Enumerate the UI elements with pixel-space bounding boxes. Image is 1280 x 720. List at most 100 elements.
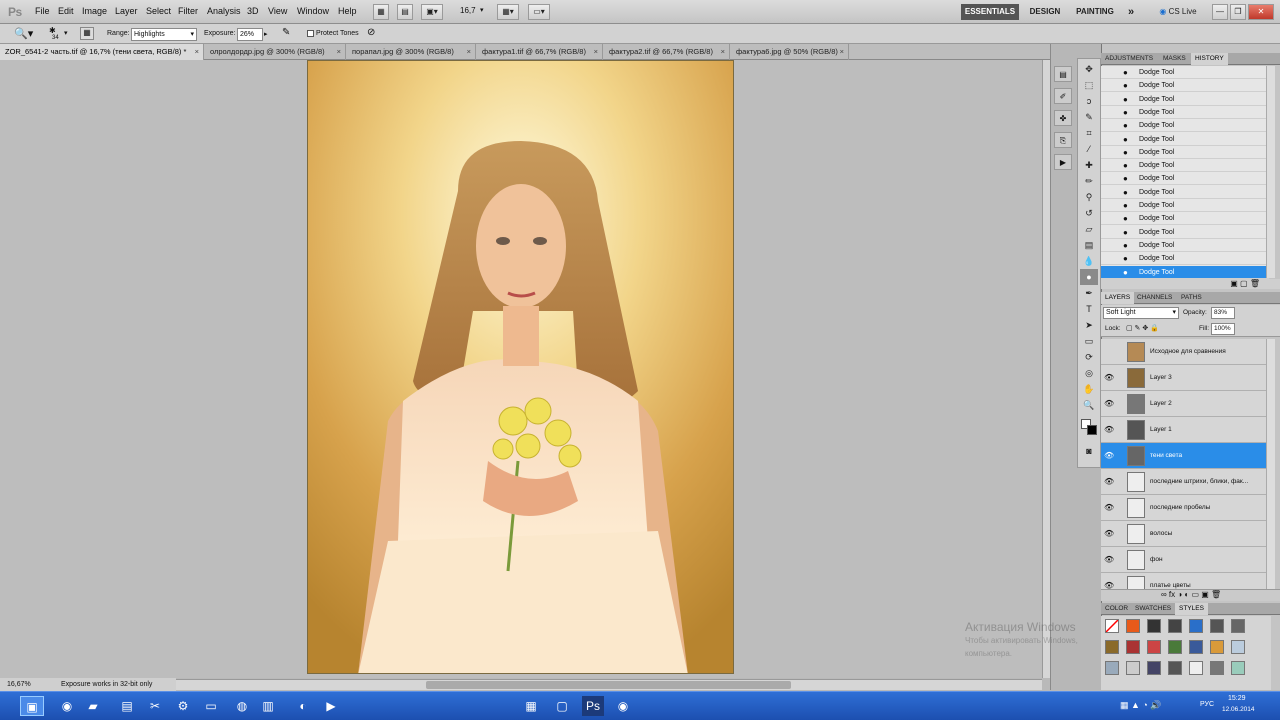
workspace-design[interactable]: DESIGN bbox=[1027, 4, 1063, 20]
close-icon[interactable]: × bbox=[195, 44, 199, 59]
history-item[interactable]: ● Dodge Tool bbox=[1101, 212, 1269, 226]
protect-tones-checkbox[interactable] bbox=[307, 30, 314, 37]
tab-masks[interactable]: MASKS bbox=[1159, 53, 1190, 65]
menu-filter[interactable]: Filter bbox=[178, 6, 198, 16]
tab-porapal[interactable]: порапал.jpg @ 300% (RGB/8) × bbox=[347, 44, 476, 60]
history-item[interactable]: ● Dodge Tool bbox=[1101, 199, 1269, 212]
monitor-icon[interactable]: ▭ bbox=[200, 696, 222, 716]
history-panel-icon[interactable]: ▤ bbox=[1054, 66, 1072, 82]
layer-row[interactable]: 👁 тени света bbox=[1101, 443, 1266, 469]
zoom-dropdown-icon[interactable]: ▾ bbox=[480, 6, 484, 14]
pressure-icon[interactable]: ⊘ bbox=[367, 27, 375, 38]
visibility-eye-icon[interactable]: 👁 bbox=[1104, 503, 1114, 512]
exposure-slider-icon[interactable]: ▸ bbox=[264, 30, 268, 38]
dodge-tool-preset-icon[interactable]: 🔍▾ bbox=[14, 27, 33, 40]
window-icon[interactable]: ▢ bbox=[551, 696, 573, 716]
actions-icon[interactable]: ▶ bbox=[1054, 154, 1072, 170]
tab-faktura6[interactable]: фактура6.jpg @ 50% (RGB/8) × bbox=[731, 44, 849, 60]
range-select[interactable]: Highlights ▾ bbox=[131, 28, 197, 41]
maximize-button[interactable]: ❐ bbox=[1230, 4, 1246, 20]
layer-row[interactable]: Исходное для сравнения bbox=[1101, 339, 1266, 365]
visibility-eye-icon[interactable]: 👁 bbox=[1104, 399, 1114, 408]
new-document-icon[interactable]: ▣ bbox=[1230, 279, 1238, 288]
menu-analysis[interactable]: Analysis bbox=[207, 6, 241, 16]
excel-icon[interactable]: ▦ bbox=[520, 696, 542, 716]
marquee-tool-icon[interactable]: ⬚ bbox=[1080, 77, 1098, 93]
style-swatch[interactable] bbox=[1147, 661, 1161, 675]
close-icon[interactable]: × bbox=[721, 44, 725, 59]
path-select-tool-icon[interactable]: ➤ bbox=[1080, 317, 1098, 333]
style-swatch[interactable] bbox=[1105, 661, 1119, 675]
new-snapshot-icon[interactable]: ▢ bbox=[1240, 279, 1248, 288]
history-scrollbar[interactable] bbox=[1266, 66, 1275, 278]
tab-faktura1[interactable]: фактура1.tif @ 66,7% (RGB/8) × bbox=[477, 44, 603, 60]
tab-layers[interactable]: LAYERS bbox=[1101, 292, 1135, 304]
layer-row[interactable]: 👁 последние штрихи, блики, фак... bbox=[1101, 469, 1266, 495]
chrome-icon[interactable]: ◉ bbox=[56, 696, 78, 716]
style-swatch[interactable] bbox=[1231, 640, 1245, 654]
style-swatch[interactable] bbox=[1210, 619, 1224, 633]
tray-time[interactable]: 15:29 bbox=[1228, 695, 1246, 702]
style-swatch[interactable] bbox=[1126, 619, 1140, 633]
tab-history[interactable]: HISTORY bbox=[1191, 53, 1228, 65]
tab-color[interactable]: COLOR bbox=[1101, 603, 1132, 615]
gradient-tool-icon[interactable]: ▤ bbox=[1080, 237, 1098, 253]
app-icon[interactable]: ▤ bbox=[116, 696, 138, 716]
close-icon[interactable]: × bbox=[840, 44, 844, 59]
menu-window[interactable]: Window bbox=[297, 6, 329, 16]
browser-icon[interactable]: ◉ bbox=[612, 696, 634, 716]
artwork-image[interactable] bbox=[307, 60, 734, 674]
zoom-tool-icon[interactable]: 🔍 bbox=[1080, 397, 1098, 413]
style-swatch[interactable] bbox=[1168, 619, 1182, 633]
menu-view[interactable]: View bbox=[268, 6, 287, 16]
history-item[interactable]: ● Dodge Tool bbox=[1101, 119, 1269, 133]
style-swatch[interactable] bbox=[1147, 619, 1161, 633]
menu-image[interactable]: Image bbox=[82, 6, 107, 16]
history-item[interactable]: ● Dodge Tool bbox=[1101, 146, 1269, 159]
history-item[interactable]: ● Dodge Tool bbox=[1101, 133, 1269, 146]
menu-layer[interactable]: Layer bbox=[115, 6, 138, 16]
lock-icons[interactable]: ▢ ✎ ✥ 🔒 bbox=[1126, 324, 1159, 332]
menu-help[interactable]: Help bbox=[338, 6, 357, 16]
start-button[interactable]: ▣ bbox=[20, 696, 44, 716]
layer-row[interactable]: 👁 Layer 2 bbox=[1101, 391, 1266, 417]
close-icon[interactable]: × bbox=[467, 44, 471, 59]
tab-zor[interactable]: ZOR_6541-2 часть.tif @ 16,7% (тени света… bbox=[0, 44, 204, 60]
menu-file[interactable]: File bbox=[35, 6, 50, 16]
tools-icon[interactable]: ✂ bbox=[144, 696, 166, 716]
tab-paths[interactable]: PATHS bbox=[1177, 292, 1206, 304]
extras-button[interactable]: ▣▾ bbox=[421, 4, 443, 20]
blur-tool-icon[interactable]: 💧 bbox=[1080, 253, 1098, 269]
style-swatch[interactable] bbox=[1210, 661, 1224, 675]
tab-adjustments[interactable]: ADJUSTMENTS bbox=[1101, 53, 1157, 65]
style-swatch[interactable] bbox=[1189, 619, 1203, 633]
history-item[interactable]: ● Dodge Tool bbox=[1101, 106, 1269, 119]
arrange-button[interactable]: ▦▾ bbox=[497, 4, 519, 20]
style-swatch[interactable] bbox=[1231, 619, 1245, 633]
layer-actions-icons[interactable]: ∞ fx ◑ ◐ ▭ ▣ 🗑 bbox=[1161, 590, 1221, 599]
3d-orbit-tool-icon[interactable]: ◎ bbox=[1080, 365, 1098, 381]
airbrush-icon[interactable]: ✎ bbox=[282, 27, 290, 38]
history-item[interactable]: ● Dodge Tool bbox=[1101, 239, 1269, 252]
clone-stamp-tool-icon[interactable]: ⚲ bbox=[1080, 189, 1098, 205]
tab-styles[interactable]: STYLES bbox=[1175, 603, 1208, 615]
tab-channels[interactable]: CHANNELS bbox=[1133, 292, 1176, 304]
workspace-more[interactable]: » bbox=[1124, 4, 1138, 20]
style-swatch[interactable] bbox=[1189, 661, 1203, 675]
background-color-swatch[interactable] bbox=[1087, 425, 1097, 435]
history-item[interactable]: ● Dodge Tool bbox=[1101, 172, 1269, 186]
trash-icon[interactable]: 🗑 bbox=[1250, 279, 1260, 288]
shape-tool-icon[interactable]: ▭ bbox=[1080, 333, 1098, 349]
tray-language[interactable]: РУС bbox=[1200, 701, 1214, 708]
hand-tool-icon[interactable]: ✋ bbox=[1080, 381, 1098, 397]
folder-icon[interactable]: ▰ bbox=[82, 696, 104, 716]
style-swatch[interactable] bbox=[1210, 640, 1224, 654]
zoom-level[interactable]: 16,7 bbox=[460, 6, 476, 15]
brush-dropdown-icon[interactable]: ▾ bbox=[64, 29, 68, 37]
style-swatch[interactable] bbox=[1105, 640, 1119, 654]
eyedropper-tool-icon[interactable]: ⁄ bbox=[1080, 141, 1098, 157]
firefox-icon[interactable]: ◍ bbox=[231, 696, 253, 716]
settings-icon[interactable]: ⚙ bbox=[172, 696, 194, 716]
dodge-tool-icon[interactable]: ● bbox=[1080, 269, 1098, 285]
media-icon[interactable]: ◐ bbox=[292, 696, 314, 716]
